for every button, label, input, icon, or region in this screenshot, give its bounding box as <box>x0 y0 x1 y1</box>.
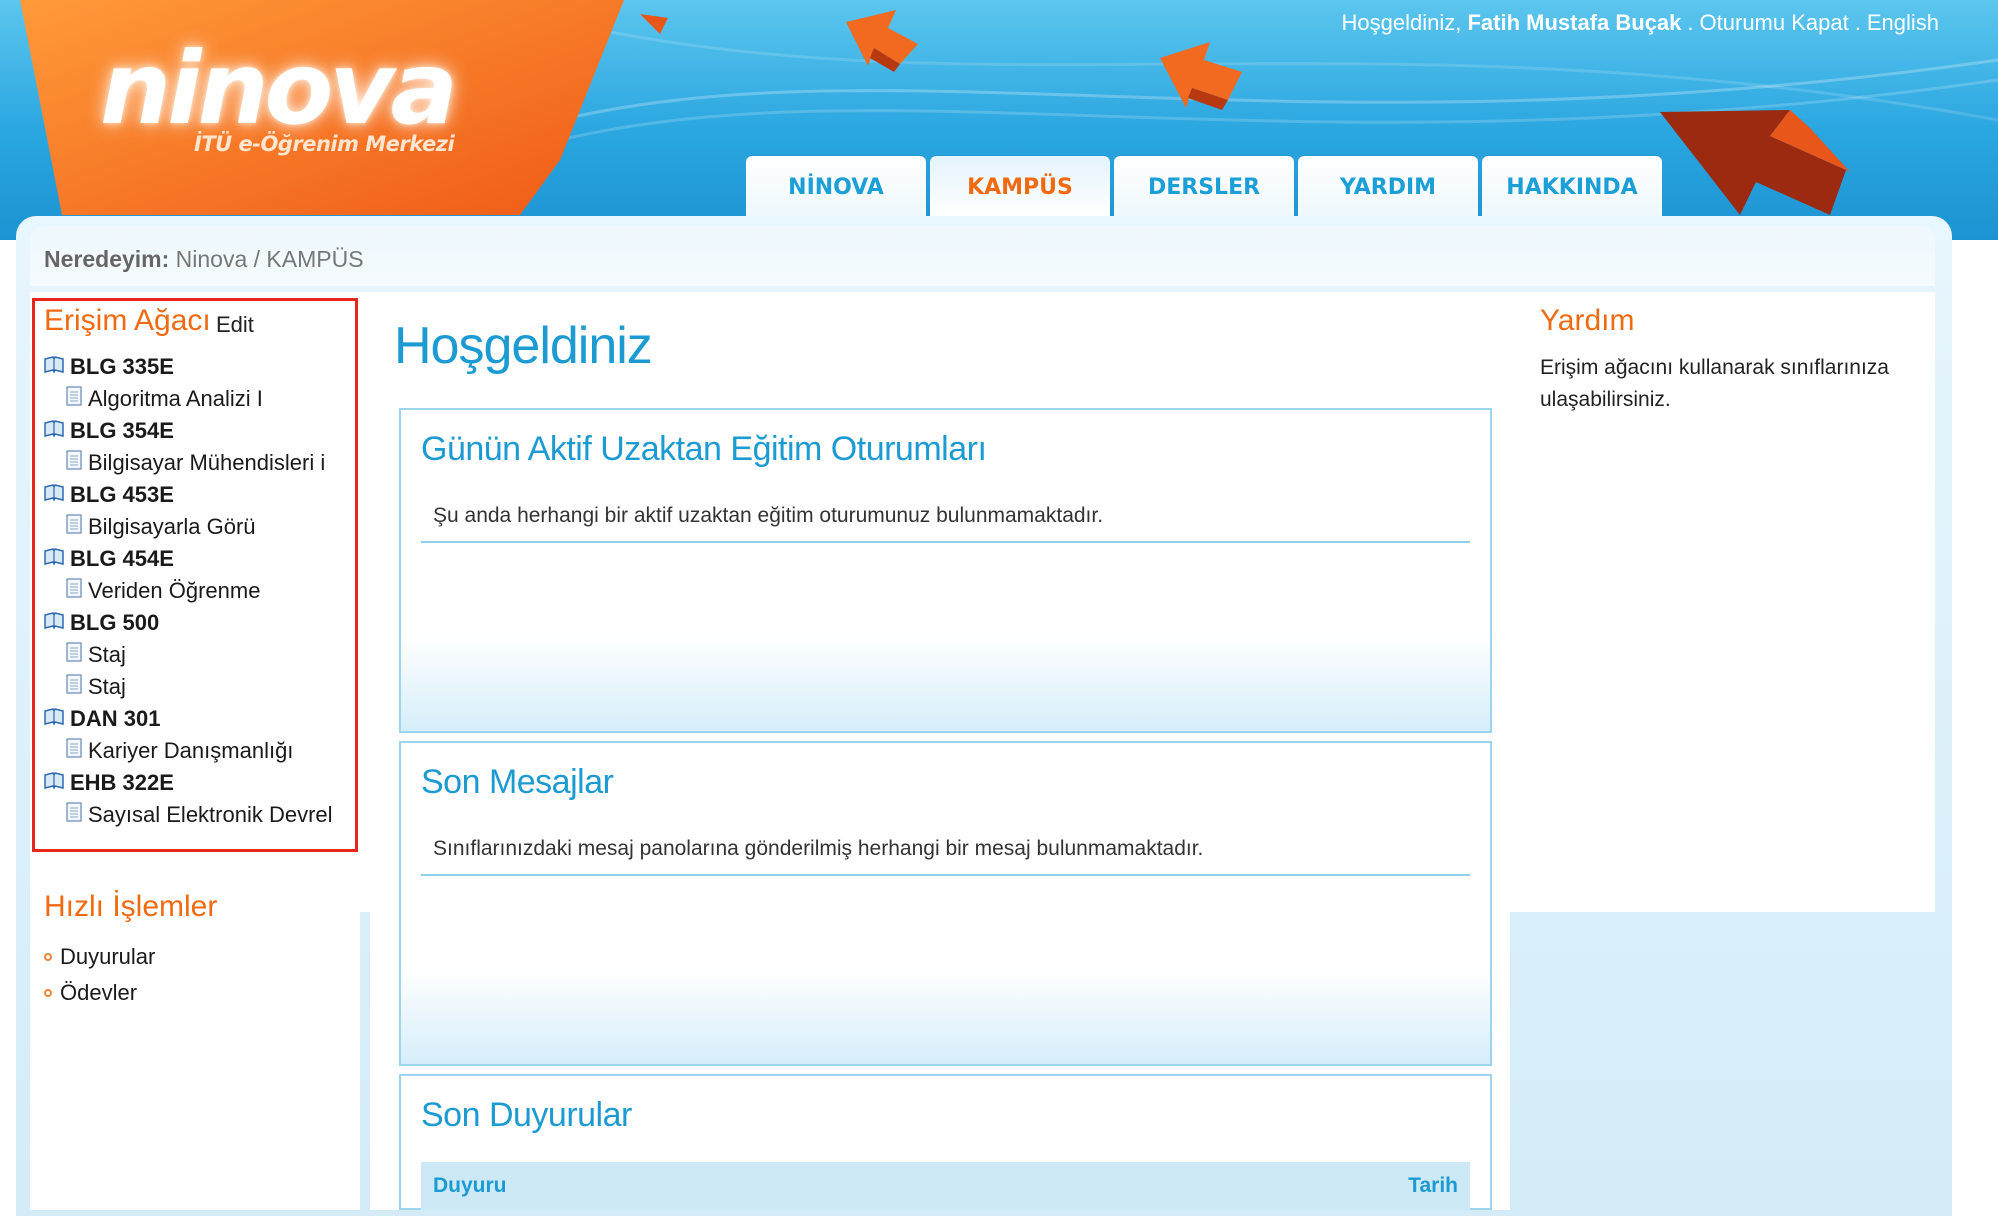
recent-announcements-panel: Son Duyurular Duyuru Tarih <box>399 1074 1492 1210</box>
recent-messages-panel: Son Mesajlar Sınıflarınızdaki mesaj pano… <box>399 741 1492 1066</box>
course-code: BLG 500 <box>70 610 160 635</box>
tree-class-item[interactable]: Algoritma Analizi I <box>66 386 263 412</box>
column-header-date[interactable]: Tarih <box>1408 1174 1458 1198</box>
arrow-decoration-1 <box>640 14 668 34</box>
main-nav-tabs: NİNOVA KAMPÜS DERSLER YARDIM HAKKINDA <box>746 156 1662 218</box>
user-name: Fatih Mustafa Buçak <box>1467 10 1682 35</box>
class-name: Algoritma Analizi I <box>88 386 263 411</box>
class-name: Sayısal Elektronik Devrel <box>88 802 333 827</box>
course-code: BLG 453E <box>70 482 174 507</box>
document-icon <box>66 802 82 828</box>
book-icon <box>44 354 64 380</box>
class-name: Staj <box>88 642 126 667</box>
class-name: Bilgisayarla Görü <box>88 514 256 539</box>
help-text: Erişim ağacını kullanarak sınıflarınıza … <box>1540 356 1889 411</box>
user-bar: Hoşgeldiniz, Fatih Mustafa Buçak. Oturumu… <box>1341 10 1940 35</box>
tree-class-item[interactable]: Staj <box>66 642 126 668</box>
greeting-text: Hoşgeldiniz, <box>1341 10 1462 35</box>
tree-course-item[interactable]: BLG 500 <box>44 610 159 636</box>
access-tree-panel <box>32 298 358 852</box>
tree-class-item[interactable]: Sayısal Elektronik Devrel <box>66 802 333 828</box>
divider <box>421 874 1470 876</box>
panel-title: Son Mesajlar <box>421 763 614 801</box>
course-code: BLG 335E <box>70 354 174 379</box>
help-title: Yardım <box>1540 304 1635 337</box>
ninova-logo[interactable]: ninova <box>100 30 458 147</box>
quick-action-label: Duyurular <box>60 944 156 969</box>
book-icon <box>44 770 64 796</box>
tab-hakkinda[interactable]: HAKKINDA <box>1482 156 1662 218</box>
quick-action-homework[interactable]: Ödevler <box>44 980 137 1006</box>
divider <box>421 541 1470 543</box>
class-name: Bilgisayar Mühendisleri i <box>88 450 326 475</box>
tree-course-item[interactable]: DAN 301 <box>44 706 160 732</box>
class-name: Kariyer Danışmanlığı <box>88 738 294 763</box>
access-tree-edit-link[interactable]: Edit <box>216 312 254 338</box>
tree-class-item[interactable]: Bilgisayar Mühendisleri i <box>66 450 325 476</box>
book-icon <box>44 418 64 444</box>
tree-course-item[interactable]: BLG 354E <box>44 418 174 444</box>
access-tree-title: Erişim Ağacı <box>44 304 211 337</box>
quick-action-announcements[interactable]: Duyurular <box>44 944 155 970</box>
course-code: BLG 354E <box>70 418 174 443</box>
tree-course-item[interactable]: BLG 453E <box>44 482 174 508</box>
tree-class-item[interactable]: Kariyer Danışmanlığı <box>66 738 293 764</box>
tab-dersler[interactable]: DERSLER <box>1114 156 1294 218</box>
quick-actions-title: Hızlı İşlemler <box>44 890 218 923</box>
tree-class-item[interactable]: Bilgisayarla Görü <box>66 514 256 540</box>
document-icon <box>66 514 82 540</box>
course-code: DAN 301 <box>70 706 161 731</box>
panel-message: Şu anda herhangi bir aktif uzaktan eğiti… <box>433 504 1104 527</box>
panel-title: Son Duyurular <box>421 1096 632 1134</box>
page-title: Hoşgeldiniz <box>394 317 653 375</box>
logo-subtitle: İTÜ e-Öğrenim Merkezi <box>194 132 455 156</box>
book-icon <box>44 482 64 508</box>
document-icon <box>66 674 82 700</box>
document-icon <box>66 450 82 476</box>
column-header-announcement[interactable]: Duyuru <box>433 1174 507 1198</box>
document-icon <box>66 578 82 604</box>
breadcrumb-path: Ninova / KAMPÜS <box>175 246 364 272</box>
tree-course-item[interactable]: BLG 454E <box>44 546 174 572</box>
course-code: EHB 322E <box>70 770 174 795</box>
logout-link[interactable]: Oturumu Kapat <box>1700 10 1849 35</box>
tree-class-item[interactable]: Veriden Öğrenme <box>66 578 260 604</box>
tree-class-item[interactable]: Staj <box>66 674 126 700</box>
document-icon <box>66 738 82 764</box>
active-sessions-panel: Günün Aktif Uzaktan Eğitim Oturumları Şu… <box>399 408 1492 733</box>
book-icon <box>44 546 64 572</box>
arrow-decoration-4 <box>1660 110 1850 215</box>
bullet-icon <box>44 989 52 997</box>
course-code: BLG 454E <box>70 546 174 571</box>
document-icon <box>66 642 82 668</box>
class-name: Veriden Öğrenme <box>88 578 261 603</box>
tab-yardim[interactable]: YARDIM <box>1298 156 1478 218</box>
book-icon <box>44 706 64 732</box>
announcements-table-header: Duyuru Tarih <box>421 1162 1470 1210</box>
tab-ninova[interactable]: NİNOVA <box>746 156 926 218</box>
tree-course-item[interactable]: EHB 322E <box>44 770 174 796</box>
quick-action-label: Ödevler <box>60 980 138 1005</box>
tab-kampus[interactable]: KAMPÜS <box>930 156 1110 218</box>
breadcrumb: Neredeyim: Ninova / KAMPÜS <box>44 246 364 273</box>
book-icon <box>44 610 64 636</box>
class-name: Staj <box>88 674 126 699</box>
panel-title: Günün Aktif Uzaktan Eğitim Oturumları <box>421 430 987 468</box>
tree-course-item[interactable]: BLG 335E <box>44 354 174 380</box>
panel-message: Sınıflarınızdaki mesaj panolarına gönder… <box>433 837 1204 860</box>
language-link[interactable]: English <box>1867 10 1939 35</box>
bullet-icon <box>44 953 52 961</box>
breadcrumb-label: Neredeyim: <box>44 246 170 272</box>
document-icon <box>66 386 82 412</box>
